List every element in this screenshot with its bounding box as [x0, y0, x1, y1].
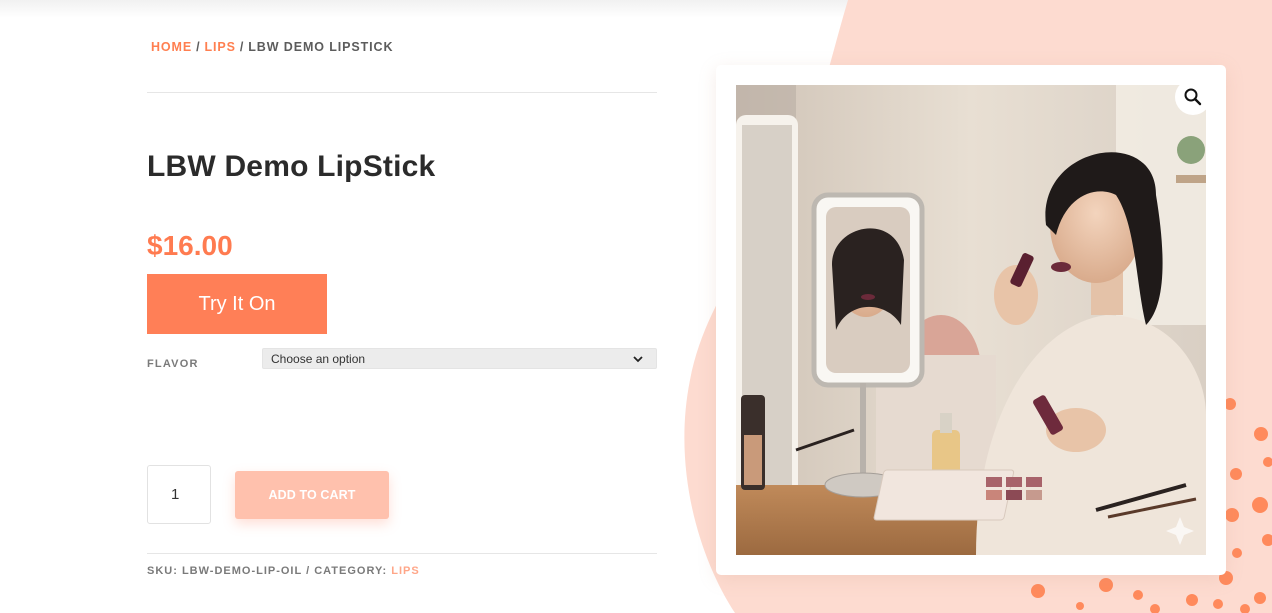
add-to-cart-button[interactable]: ADD TO CART — [235, 471, 389, 519]
divider-top — [147, 92, 657, 93]
product-title: LBW Demo LipStick — [147, 150, 436, 183]
quantity-input[interactable]: 1 — [147, 465, 211, 524]
chevron-down-icon — [633, 356, 643, 363]
divider-bottom — [147, 553, 657, 554]
header-shadow — [0, 0, 1272, 18]
breadcrumb-current: LBW DEMO LIPSTICK — [248, 40, 394, 54]
breadcrumb-separator: / — [196, 40, 201, 54]
flavor-select-value: Choose an option — [271, 351, 366, 366]
product-image[interactable] — [736, 85, 1206, 555]
breadcrumb-separator: / — [239, 40, 245, 54]
sku-value: LBW-DEMO-LIP-OIL — [181, 565, 303, 577]
flavor-select[interactable]: Choose an option — [262, 348, 657, 369]
product-meta: SKU: LBW-DEMO-LIP-OIL / CATEGORY: LIPS — [147, 565, 420, 577]
breadcrumb: HOME / LIPS / LBW DEMO LIPSTICK — [151, 40, 393, 54]
product-price: $16.00 — [147, 230, 233, 261]
try-it-on-button[interactable]: Try It On — [147, 274, 327, 334]
category-link[interactable]: LIPS — [391, 565, 419, 577]
magnifier-icon — [1184, 88, 1202, 106]
zoom-button[interactable] — [1175, 79, 1211, 115]
product-photo-illustration — [736, 85, 1206, 555]
sku-label: SKU: — [147, 565, 178, 577]
flavor-label: FLAVOR — [147, 358, 199, 370]
category-label: CATEGORY: — [314, 565, 388, 577]
breadcrumb-lips-link[interactable]: LIPS — [204, 40, 235, 54]
breadcrumb-home-link[interactable]: HOME — [151, 40, 192, 54]
meta-separator: / — [306, 565, 311, 577]
